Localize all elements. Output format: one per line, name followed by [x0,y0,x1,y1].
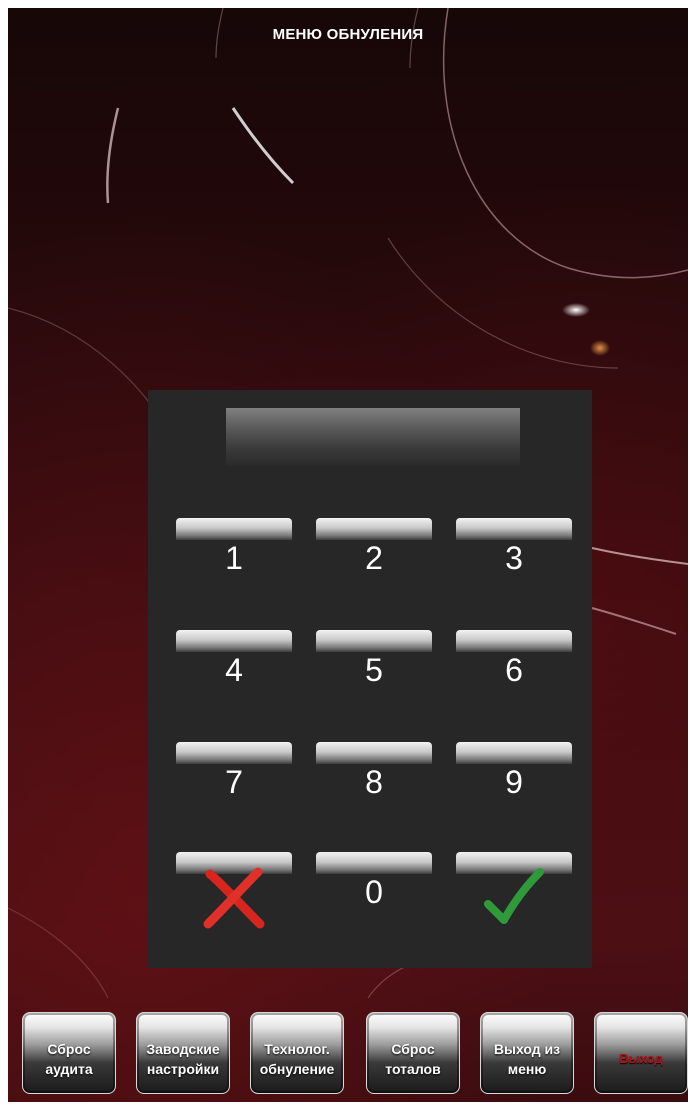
code-display [226,408,520,466]
reset-audit-button[interactable]: Сброс аудита [22,1012,116,1094]
button-label: Технолог. обнуление [259,1041,335,1077]
exit-button[interactable]: Выход [594,1012,688,1094]
key-9[interactable]: 9 [456,742,572,816]
key-cap [456,742,572,764]
red-x-icon [176,866,292,934]
button-label: Заводские настройки [146,1041,220,1077]
key-cap [456,630,572,652]
function-bar: Сброс аудита Заводские настройки Техноло… [8,1002,688,1102]
key-5[interactable]: 5 [316,630,432,704]
key-cap [316,630,432,652]
key-6[interactable]: 6 [456,630,572,704]
button-label: Сброс аудита [45,1041,93,1077]
key-label: 1 [225,540,243,576]
key-cap [316,518,432,540]
key-cap [456,518,572,540]
page-title: МЕНЮ ОБНУЛЕНИЯ [272,26,424,43]
key-label: 8 [365,764,383,800]
key-cap [316,742,432,764]
button-label: Сброс тоталов [385,1041,441,1077]
exit-menu-button[interactable]: Выход из меню [480,1012,574,1094]
pin-keypad: 1 2 3 4 5 6 7 8 9 0 [148,390,592,968]
key-label: 7 [225,764,243,800]
key-label: 0 [365,874,383,910]
key-3[interactable]: 3 [456,518,572,592]
confirm-button[interactable] [456,852,572,926]
key-label: 3 [505,540,523,576]
button-label: Выход из меню [493,1041,561,1077]
key-0[interactable]: 0 [316,852,432,926]
key-label: 5 [365,652,383,688]
key-cap [316,852,432,874]
key-label: 2 [365,540,383,576]
key-label: 4 [225,652,243,688]
key-1[interactable]: 1 [176,518,292,592]
key-cap [176,742,292,764]
green-check-icon [456,866,572,934]
tech-reset-button[interactable]: Технолог. обнуление [250,1012,344,1094]
factory-settings-button[interactable]: Заводские настройки [136,1012,230,1094]
screen: МЕНЮ ОБНУЛЕНИЯ 1 2 3 4 5 6 7 8 9 0 Сброс… [8,8,688,1102]
key-8[interactable]: 8 [316,742,432,816]
key-7[interactable]: 7 [176,742,292,816]
key-cap [176,630,292,652]
cancel-button[interactable] [176,852,292,929]
button-label: Выход [619,1051,663,1066]
reset-totals-button[interactable]: Сброс тоталов [366,1012,460,1094]
key-label: 6 [505,652,523,688]
key-cap [176,518,292,540]
key-label: 9 [505,764,523,800]
key-2[interactable]: 2 [316,518,432,592]
key-4[interactable]: 4 [176,630,292,704]
